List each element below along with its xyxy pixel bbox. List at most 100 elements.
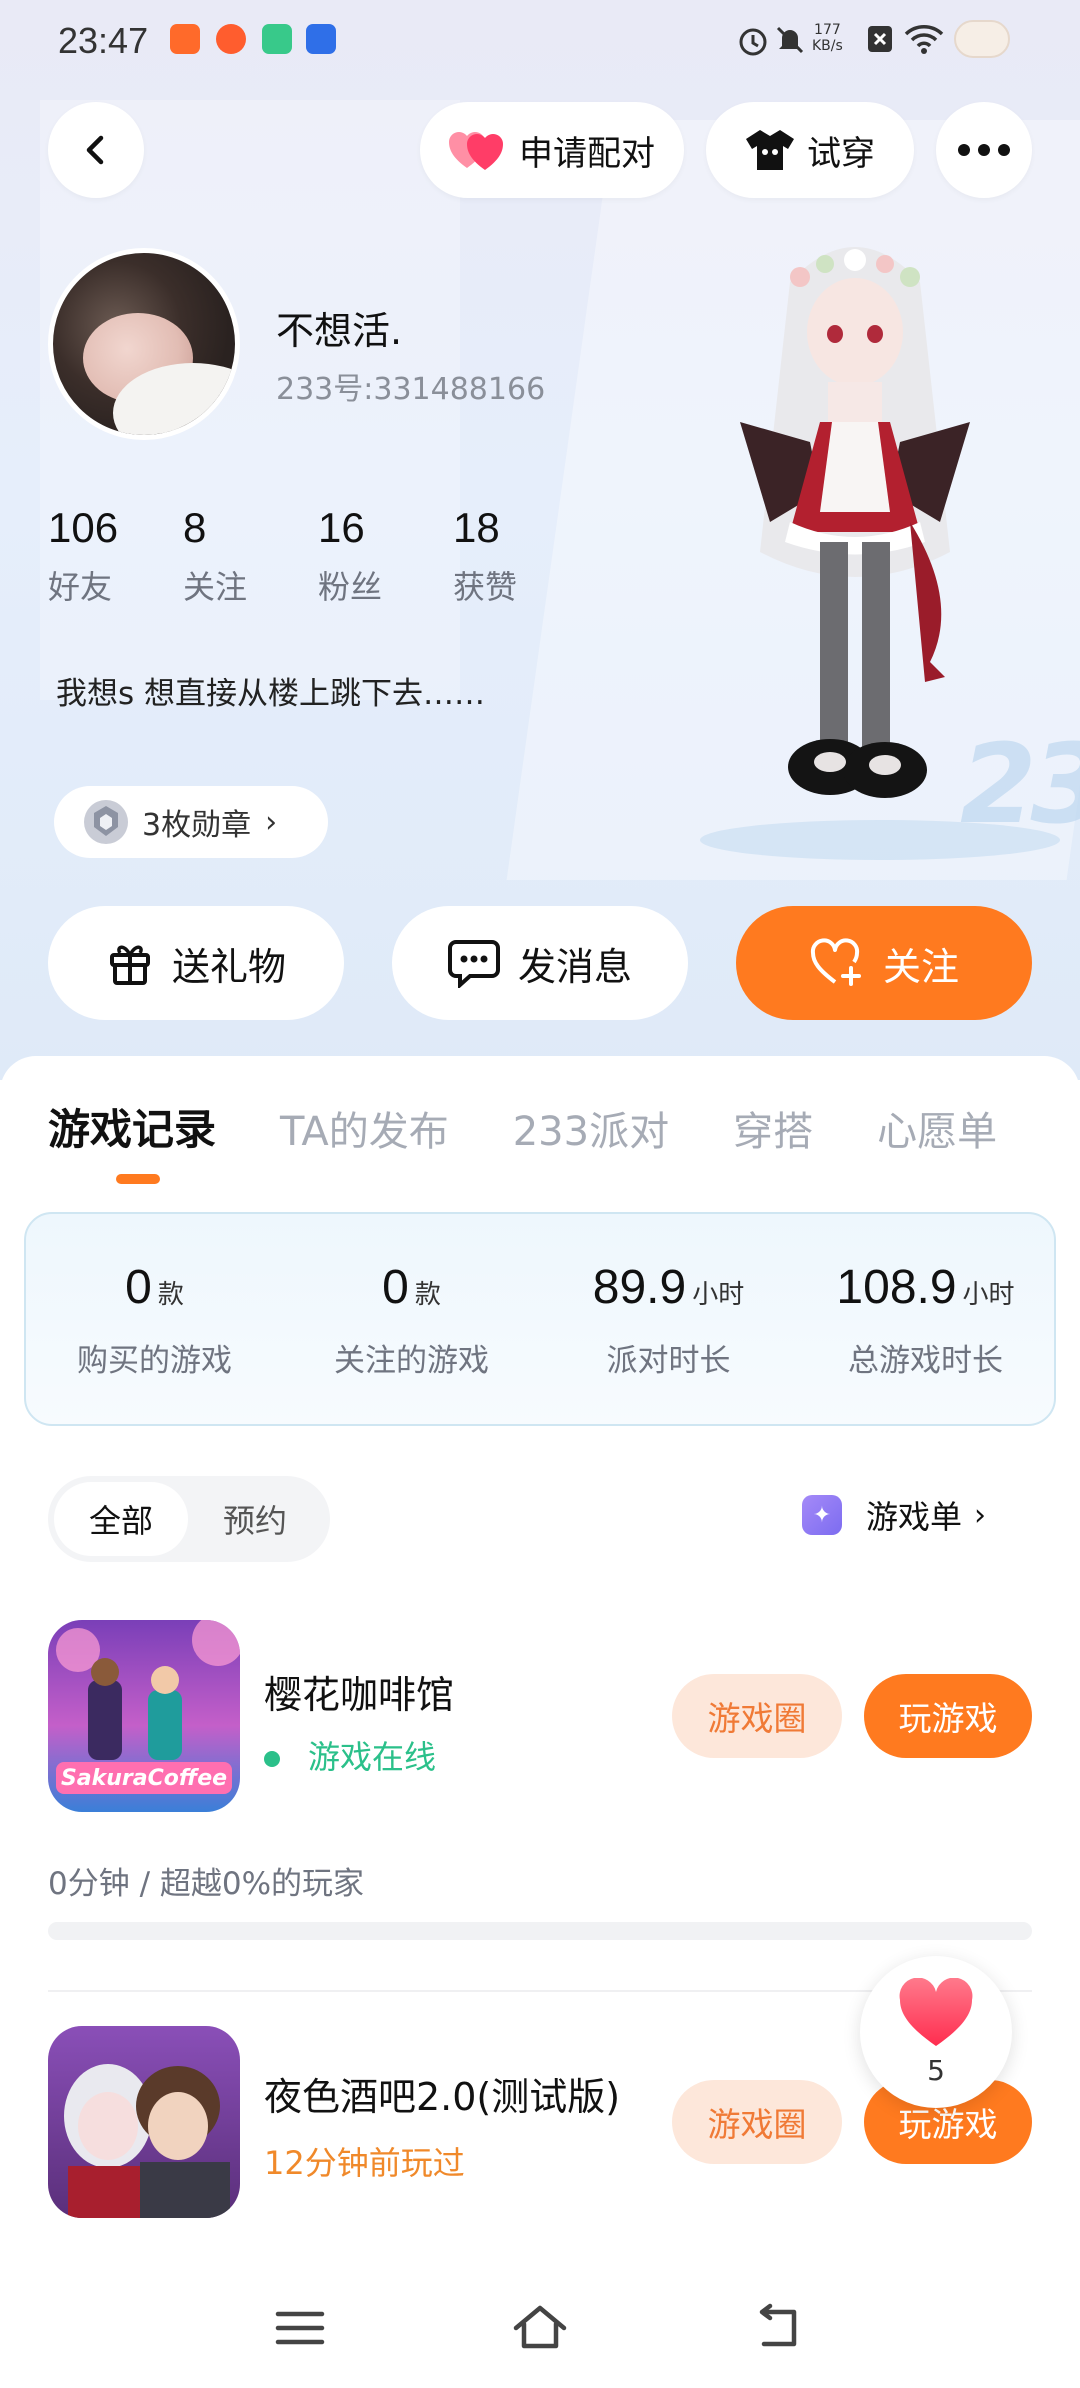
notification-app-icon bbox=[262, 24, 292, 54]
try-on-label: 试穿 bbox=[807, 133, 875, 174]
status-bar: 23:47 177 KB/s bbox=[0, 0, 1080, 80]
stat-label: 好友 bbox=[48, 568, 113, 606]
medal-label: 3枚勋章 bbox=[142, 808, 252, 843]
summary-unit: 小时 bbox=[692, 1280, 745, 1310]
stat-following[interactable]: 8 关注 bbox=[183, 504, 318, 608]
summary-unit: 小时 bbox=[962, 1280, 1015, 1310]
tab-party[interactable]: 233派对 bbox=[513, 1099, 669, 1157]
sparkle-icon: ✦ bbox=[802, 1495, 842, 1535]
summary-party-time[interactable]: 89.9 小时 派对时长 bbox=[540, 1214, 797, 1424]
game-thumb-text: SakuraCoffee bbox=[60, 1766, 228, 1791]
game-list-label: 游戏单 bbox=[866, 1498, 963, 1536]
stat-fans[interactable]: 16 粉丝 bbox=[318, 504, 453, 608]
net-speed-value: 177 bbox=[814, 22, 841, 38]
medal-icon bbox=[84, 800, 128, 844]
chat-bubble-icon bbox=[447, 940, 500, 988]
game-title[interactable]: 樱花咖啡馆 bbox=[264, 1664, 454, 1719]
medal-button[interactable]: 3枚勋章 › bbox=[54, 786, 328, 858]
back-nav-icon[interactable] bbox=[752, 2300, 808, 2356]
game-title[interactable]: 夜色酒吧2.0(测试版) bbox=[264, 2066, 620, 2121]
stat-value: 8 bbox=[183, 504, 207, 551]
night-bar-art bbox=[64, 2064, 230, 2218]
net-speed-unit: KB/s bbox=[812, 38, 843, 54]
game-thumbnail[interactable]: SakuraCoffee bbox=[48, 1620, 240, 1812]
home-icon[interactable] bbox=[512, 2300, 568, 2356]
summary-followed[interactable]: 0款 关注的游戏 bbox=[283, 1214, 540, 1424]
stat-friends[interactable]: 106 好友 bbox=[48, 504, 183, 608]
summary-label: 派对时长 bbox=[606, 1343, 731, 1379]
tab-outfits[interactable]: 穿搭 bbox=[733, 1099, 813, 1157]
send-message-label: 发消息 bbox=[517, 944, 632, 989]
profile-header: 233 23:47 177 KB/s bbox=[0, 0, 1080, 1080]
tshirt-icon bbox=[746, 130, 794, 170]
filter-all[interactable]: 全部 bbox=[54, 1482, 188, 1556]
summary-total-time[interactable]: 108.9 小时 总游戏时长 bbox=[797, 1214, 1054, 1424]
tab-posts[interactable]: TA的发布 bbox=[280, 1099, 449, 1157]
summary-label: 购买的游戏 bbox=[77, 1343, 232, 1379]
summary-purchased[interactable]: 0款 购买的游戏 bbox=[26, 1214, 283, 1424]
alarm-icon bbox=[739, 28, 767, 56]
network-speed: 177 KB/s bbox=[812, 22, 843, 54]
summary-value: 0 bbox=[125, 1261, 152, 1314]
stat-likes[interactable]: 18 获赞 bbox=[453, 504, 588, 608]
play-game-button[interactable]: 玩游戏 bbox=[864, 1674, 1032, 1758]
send-gift-button[interactable]: 送礼物 bbox=[48, 906, 344, 1020]
online-status-dot bbox=[264, 1751, 280, 1767]
game-status-text: 游戏在线 bbox=[308, 1738, 437, 1776]
summary-label: 关注的游戏 bbox=[334, 1343, 489, 1379]
play-progress-text: 0分钟 / 超越0%的玩家 bbox=[48, 1866, 365, 1902]
user-id: 233号:331488166 bbox=[276, 372, 546, 407]
summary-label: 总游戏时长 bbox=[848, 1343, 1003, 1379]
mute-icon bbox=[776, 26, 804, 54]
hearts-icon bbox=[449, 132, 503, 170]
more-dots-icon bbox=[958, 144, 1010, 156]
profile-tabs: 游戏记录 TA的发布 233派对 穿搭 心愿单 bbox=[48, 1096, 1061, 1157]
send-gift-label: 送礼物 bbox=[171, 944, 286, 989]
stat-label: 粉丝 bbox=[318, 568, 383, 606]
game-circle-button[interactable]: 游戏圈 bbox=[672, 2080, 842, 2164]
notification-app-icon bbox=[216, 24, 246, 54]
bio: 我想s 想直接从楼上跳下去…… bbox=[56, 676, 486, 712]
heart-icon bbox=[899, 1978, 973, 2046]
heart-plus-icon bbox=[810, 938, 861, 986]
last-played-text: 12分钟前玩过 bbox=[264, 2144, 465, 2182]
battery-icon bbox=[954, 20, 1010, 58]
filter-segmented-control: 全部 预约 bbox=[48, 1476, 330, 1562]
chevron-right-icon: › bbox=[265, 804, 278, 840]
system-nav-bar bbox=[0, 2270, 1080, 2388]
game-status: 游戏在线 bbox=[264, 1732, 436, 1778]
try-on-button[interactable]: 试穿 bbox=[706, 102, 914, 198]
status-time: 23:47 bbox=[58, 20, 149, 61]
wifi-icon bbox=[904, 25, 944, 54]
game-list-link[interactable]: ✦ 游戏单 › bbox=[802, 1492, 986, 1538]
apply-pair-button[interactable]: 申请配对 bbox=[420, 102, 684, 198]
summary-unit: 款 bbox=[157, 1280, 184, 1310]
filter-reserved[interactable]: 预约 bbox=[188, 1482, 322, 1556]
baidu-icon bbox=[306, 24, 336, 54]
tab-indicator bbox=[116, 1174, 160, 1184]
chevron-left-icon bbox=[86, 135, 104, 165]
chevron-right-icon: › bbox=[974, 1497, 987, 1533]
more-button[interactable] bbox=[936, 102, 1032, 198]
close-box-icon bbox=[868, 26, 892, 52]
follow-button[interactable]: 关注 bbox=[736, 906, 1032, 1020]
summary-value: 0 bbox=[382, 1261, 409, 1314]
stat-value: 18 bbox=[453, 504, 500, 551]
stat-label: 关注 bbox=[183, 568, 248, 606]
tab-game-records[interactable]: 游戏记录 bbox=[48, 1096, 216, 1157]
send-message-button[interactable]: 发消息 bbox=[392, 906, 688, 1020]
avatar[interactable] bbox=[48, 248, 240, 440]
profile-stats: 106 好友 8 关注 16 粉丝 18 获赞 bbox=[48, 504, 588, 608]
avatar-character[interactable] bbox=[720, 222, 990, 842]
summary-unit: 款 bbox=[414, 1280, 441, 1310]
like-button[interactable]: 5 bbox=[860, 1956, 1012, 2108]
tab-wishlist[interactable]: 心愿单 bbox=[877, 1099, 997, 1157]
back-button[interactable] bbox=[48, 102, 144, 198]
game-circle-button[interactable]: 游戏圈 bbox=[672, 1674, 842, 1758]
stat-value: 16 bbox=[318, 504, 365, 551]
notification-app-icon bbox=[170, 24, 200, 54]
play-progress-bar bbox=[48, 1922, 1032, 1940]
summary-value: 89.9 bbox=[592, 1261, 687, 1314]
game-thumbnail[interactable] bbox=[48, 2026, 240, 2218]
menu-icon[interactable] bbox=[272, 2300, 328, 2356]
